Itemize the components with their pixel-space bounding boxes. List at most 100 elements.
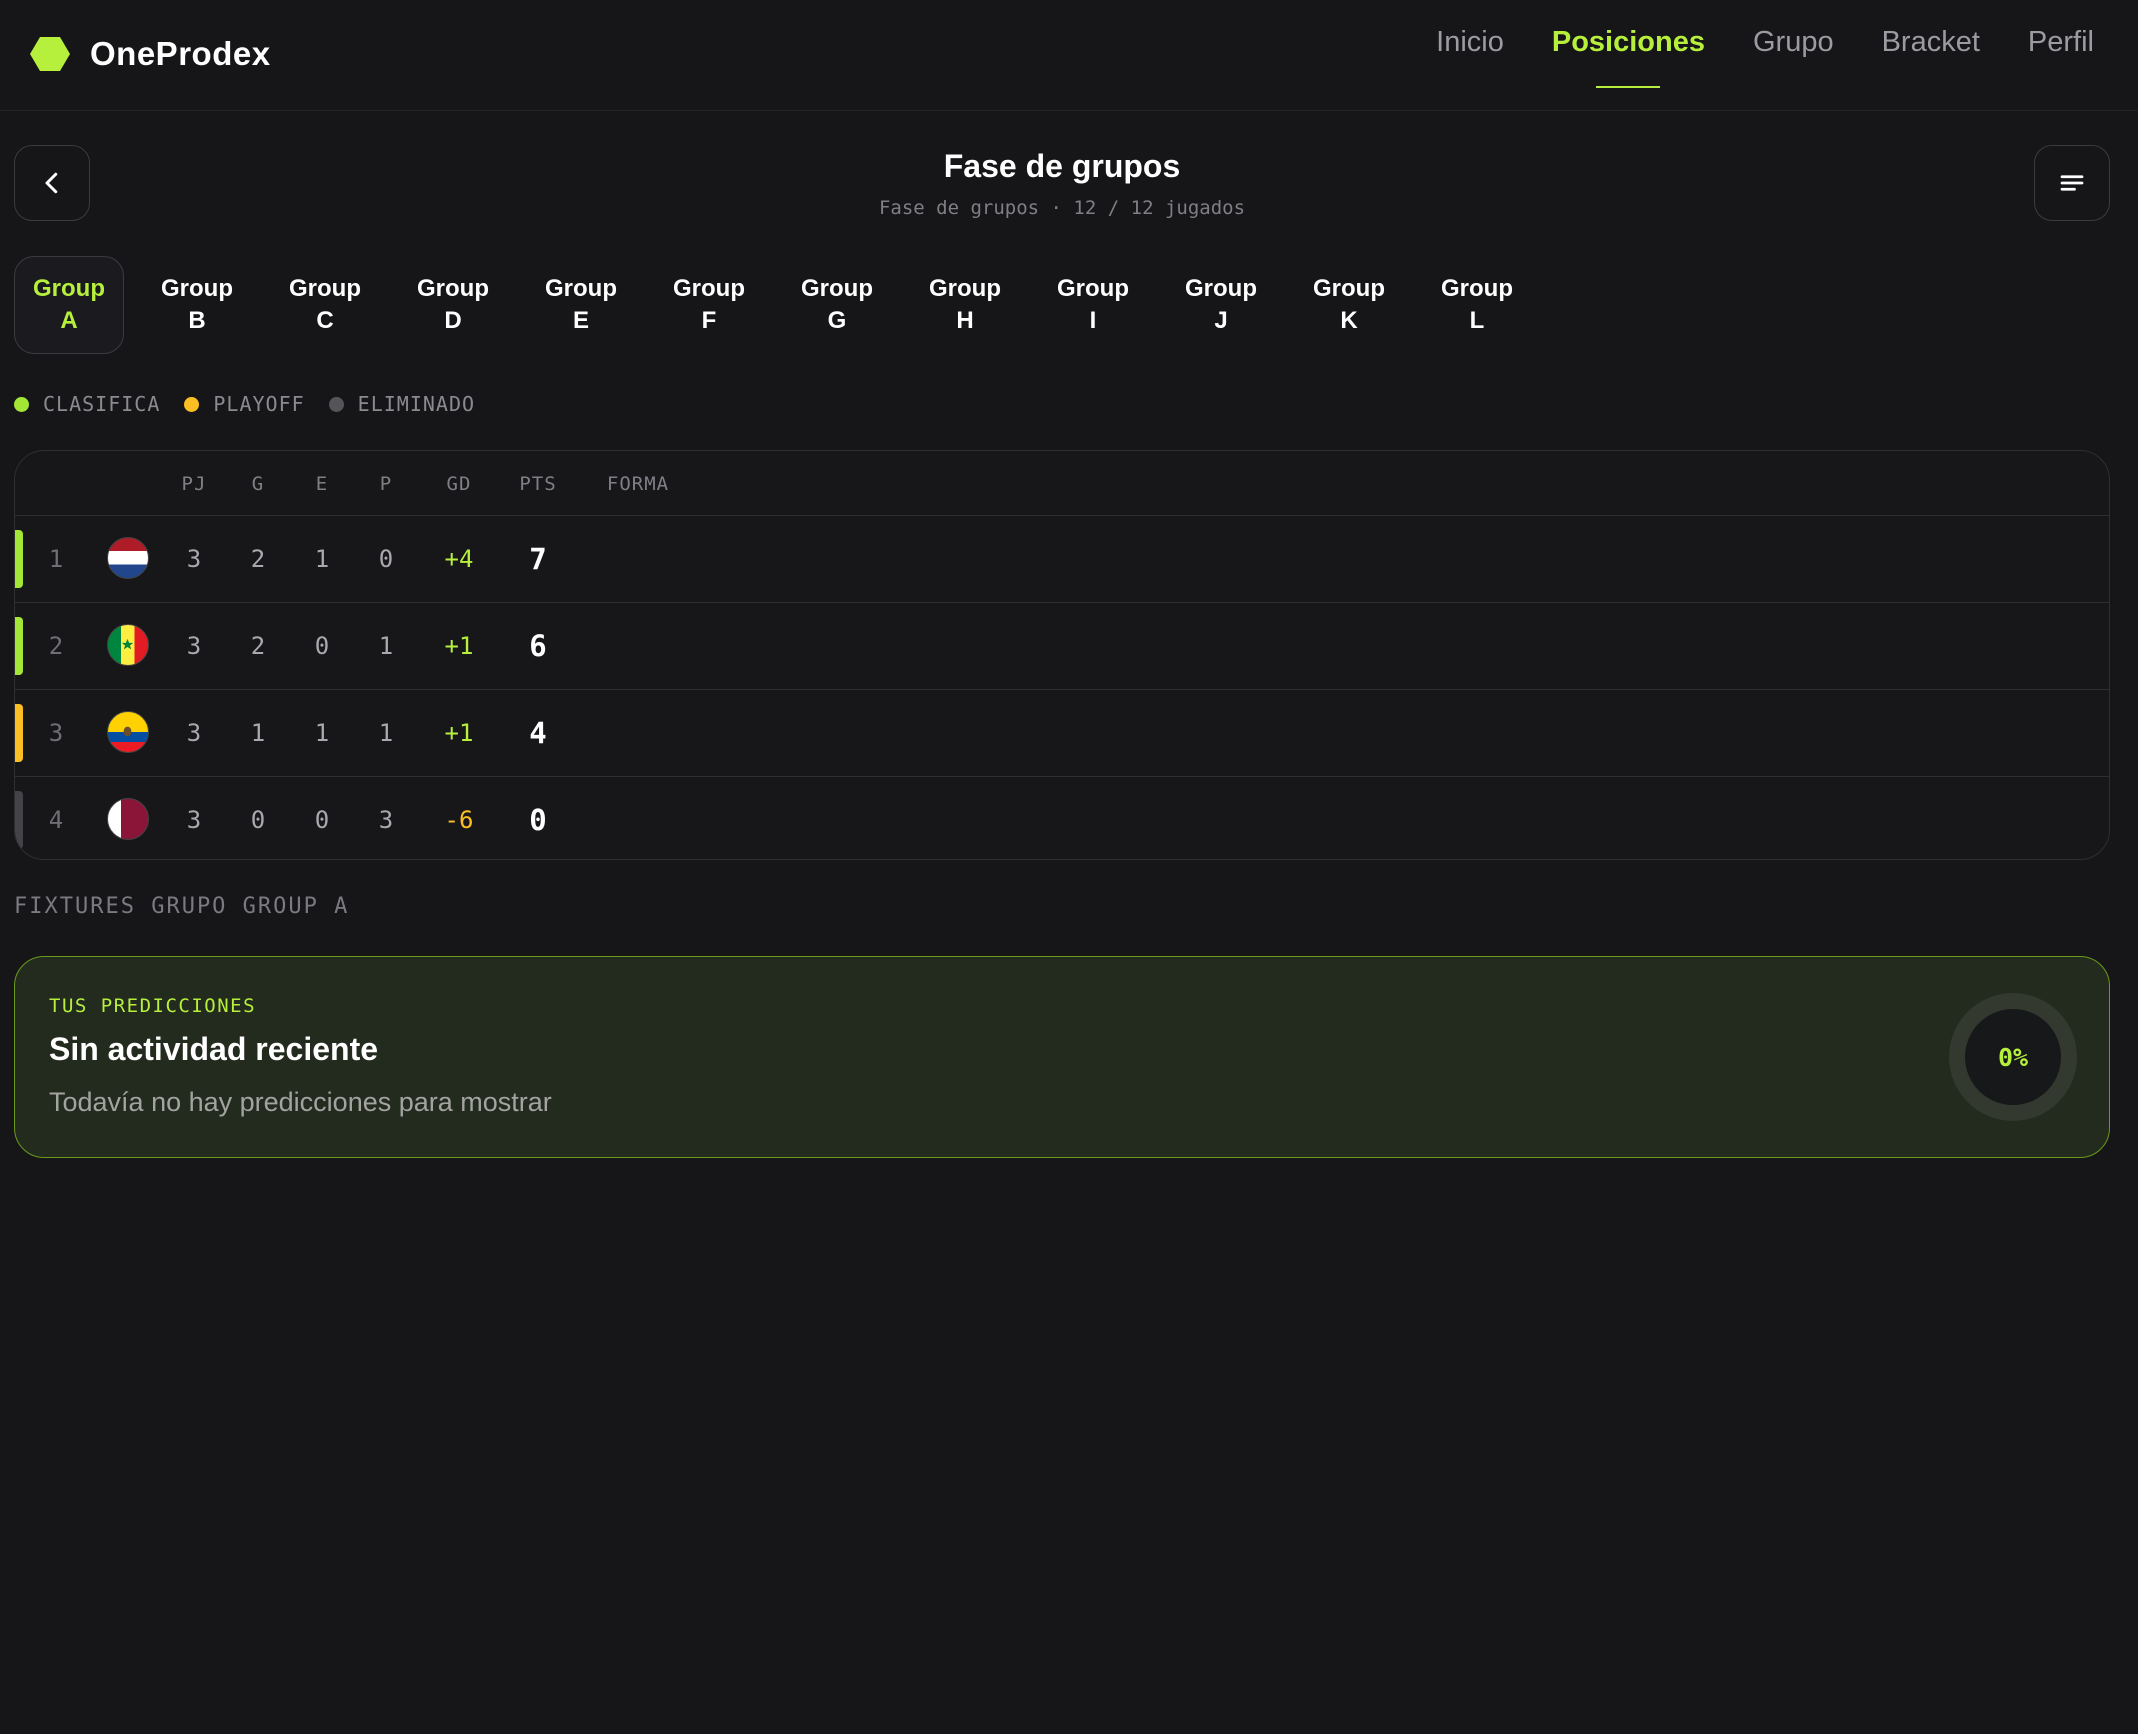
legend-dot: [184, 396, 200, 412]
menu-button[interactable]: [2034, 145, 2110, 221]
won: 0: [250, 806, 266, 834]
hexagon-logo-icon: [30, 37, 70, 71]
tab-word: Group: [417, 275, 489, 302]
won: 2: [250, 545, 266, 573]
status-legend: CLASIFICA PLAYOFF ELIMINADO: [14, 392, 475, 416]
position: 1: [48, 545, 64, 573]
predictions-kicker: TUS PREDICCIONES: [49, 995, 257, 1017]
tab-letter: B: [188, 307, 206, 334]
tab-word: Group: [929, 275, 1001, 302]
fixtures-heading: FIXTURES GRUPO GROUP A: [14, 894, 350, 919]
col-gd: GD: [446, 473, 472, 495]
position: 3: [48, 719, 64, 747]
legend-item-playoff: PLAYOFF: [184, 392, 304, 416]
nav-item-grupo[interactable]: Grupo: [1753, 20, 1834, 70]
won: 1: [250, 719, 266, 747]
tab-group-g[interactable]: Group G: [782, 256, 892, 354]
tab-word: Group: [545, 275, 617, 302]
top-bar: OneProdex Inicio Posiciones Grupo Bracke…: [0, 0, 2138, 111]
tab-word: Group: [801, 275, 873, 302]
standings-table: PJ G E P GD PTS FORMA 1 3 2 1 0 +4 7 2 3…: [14, 450, 2110, 860]
tab-group-d[interactable]: Group D: [398, 256, 508, 354]
page-title: Fase de grupos: [943, 148, 1181, 184]
col-forma: FORMA: [606, 473, 670, 495]
tab-letter: C: [316, 307, 334, 334]
won: 2: [250, 632, 266, 660]
tab-group-l[interactable]: Group L: [1422, 256, 1532, 354]
played: 3: [186, 806, 202, 834]
tab-letter: A: [60, 307, 78, 334]
lost: 0: [378, 545, 394, 573]
tab-group-j[interactable]: Group J: [1166, 256, 1276, 354]
status-bar: [15, 530, 23, 588]
table-row[interactable]: 3 3 1 1 1 +1 4: [15, 690, 2109, 777]
nav-item-perfil[interactable]: Perfil: [2028, 20, 2094, 70]
legend-dot: [14, 396, 29, 412]
tab-group-k[interactable]: Group K: [1294, 256, 1404, 354]
tab-group-h[interactable]: Group H: [910, 256, 1020, 354]
table-row[interactable]: 2 3 2 0 1 +1 6: [15, 603, 2109, 690]
nav-item-inicio[interactable]: Inicio: [1436, 20, 1504, 70]
ecuador-flag-icon: [107, 711, 149, 753]
predictions-text: Todavía no hay predicciones para mostrar: [49, 1087, 552, 1117]
tab-letter: F: [701, 307, 717, 334]
table-row[interactable]: 4 3 0 0 3 -6 0: [15, 777, 2109, 859]
position: 4: [48, 806, 64, 834]
netherlands-flag-icon: [107, 537, 149, 579]
tab-group-e[interactable]: Group E: [526, 256, 636, 354]
tab-group-i[interactable]: Group I: [1038, 256, 1148, 354]
nav-item-posiciones[interactable]: Posiciones: [1552, 20, 1705, 70]
col-pts: PTS: [519, 473, 557, 495]
col-p: P: [379, 473, 393, 495]
qatar-flag-icon: [107, 798, 149, 840]
status-bar: [15, 791, 23, 849]
col-e: E: [315, 473, 329, 495]
predictions-card[interactable]: TUS PREDICCIONES Sin actividad reciente …: [14, 956, 2110, 1158]
points: 0: [529, 803, 547, 837]
lost: 1: [378, 719, 394, 747]
played: 3: [186, 719, 202, 747]
tab-word: Group: [33, 275, 105, 302]
points: 4: [529, 716, 547, 750]
lost: 1: [378, 632, 394, 660]
table-row[interactable]: 1 3 2 1 0 +4 7: [15, 516, 2109, 603]
tab-word: Group: [1057, 275, 1129, 302]
tab-word: Group: [1313, 275, 1385, 302]
main-nav: Inicio Posiciones Grupo Bracket Perfil: [1436, 20, 2094, 70]
tab-group-c[interactable]: Group C: [270, 256, 380, 354]
tab-letter: K: [1340, 307, 1358, 334]
goal-difference: +1: [444, 632, 474, 660]
col-g: G: [251, 473, 265, 495]
status-bar: [15, 704, 23, 762]
tab-letter: J: [1214, 307, 1228, 334]
goal-difference: +1: [444, 719, 474, 747]
predictions-title: Sin actividad reciente: [49, 1031, 379, 1067]
progress-percent: 0%: [1965, 1009, 2061, 1105]
tab-letter: D: [444, 307, 462, 334]
legend-label: PLAYOFF: [213, 392, 305, 416]
tab-word: Group: [161, 275, 233, 302]
tab-letter: L: [1469, 307, 1485, 334]
legend-item-eliminado: ELIMINADO: [328, 392, 476, 416]
tab-letter: H: [956, 307, 974, 334]
tab-group-b[interactable]: Group B: [142, 256, 252, 354]
tab-group-a[interactable]: Group A: [14, 256, 124, 354]
goal-difference: +4: [444, 545, 474, 573]
tab-word: Group: [289, 275, 361, 302]
points: 7: [529, 542, 547, 576]
legend-dot: [328, 396, 344, 412]
brand[interactable]: OneProdex: [30, 34, 271, 74]
played: 3: [186, 545, 202, 573]
tab-letter: I: [1089, 307, 1097, 334]
position: 2: [48, 632, 64, 660]
group-tabs: Group A Group B Group C Group D Group E Group…: [14, 256, 1532, 354]
legend-label: ELIMINADO: [357, 392, 476, 416]
status-bar: [15, 617, 23, 675]
tab-group-f[interactable]: Group F: [654, 256, 764, 354]
drawn: 0: [314, 806, 330, 834]
points: 6: [529, 629, 547, 663]
senegal-flag-icon: [107, 624, 149, 666]
nav-item-bracket[interactable]: Bracket: [1882, 20, 1980, 70]
tab-letter: E: [572, 307, 589, 334]
tab-word: Group: [1185, 275, 1257, 302]
